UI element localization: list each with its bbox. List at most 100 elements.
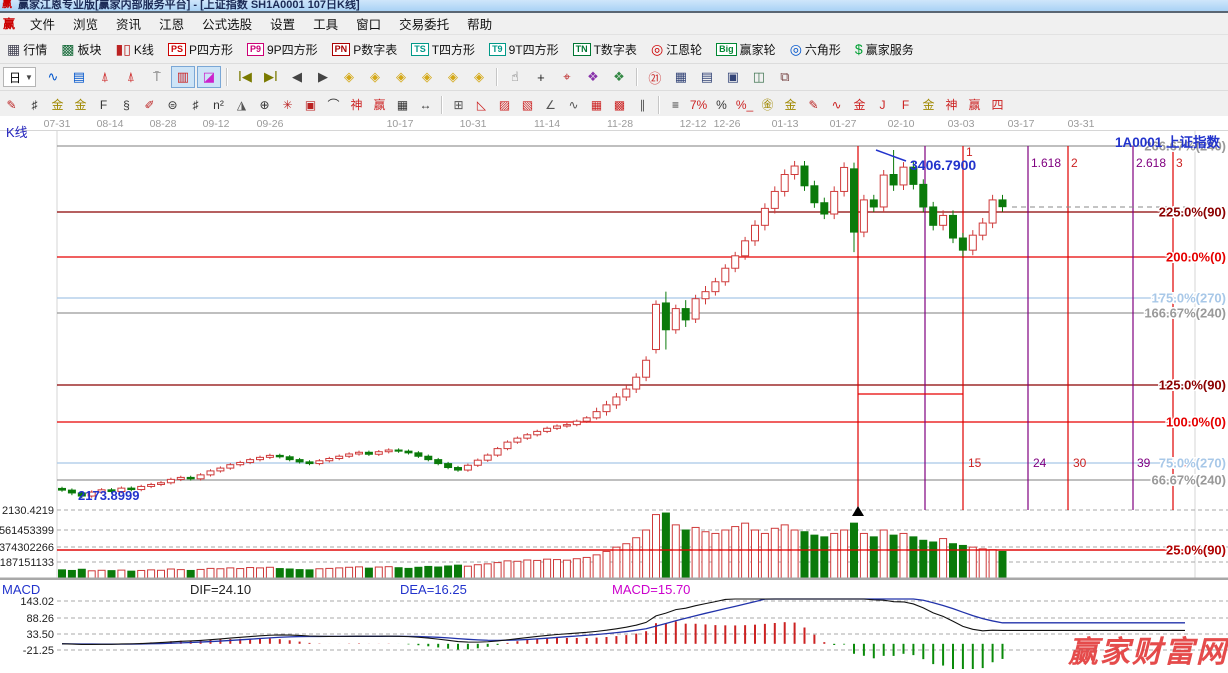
menu-item-8[interactable]: 交易委托 xyxy=(390,12,458,35)
shen-grid-tool-icon[interactable]: 神 xyxy=(346,94,367,115)
diamond-right-icon[interactable]: ◈ xyxy=(363,66,387,88)
gold-line-tool-icon[interactable]: 金 xyxy=(780,94,801,115)
window-tool-icon[interactable]: ⊞ xyxy=(448,94,469,115)
next-bar-icon[interactable]: ▶ xyxy=(311,66,335,88)
menu-item-9[interactable]: 帮助 xyxy=(458,12,501,35)
circle-target-tool-icon[interactable]: ⊕ xyxy=(254,94,275,115)
first-bar-icon[interactable]: Ⅰ◀ xyxy=(233,66,257,88)
period-dropdown[interactable]: 日 ▼ xyxy=(3,67,36,87)
wave-circle-tool-icon[interactable]: ∿ xyxy=(826,94,847,115)
hand-tool-icon[interactable]: ☝ xyxy=(503,66,527,88)
gold-angle-tool-icon[interactable]: 金 xyxy=(918,94,939,115)
save-icon[interactable]: ▣ xyxy=(721,66,745,88)
grid-fine-tool-icon[interactable]: ▦ xyxy=(586,94,607,115)
wave-tool-icon[interactable]: ∿ xyxy=(563,94,584,115)
percent-line-tool-icon[interactable]: %_ xyxy=(734,94,755,115)
export-data-icon[interactable]: ⧉ xyxy=(773,66,797,88)
last-bar-icon[interactable]: ▶Ⅰ xyxy=(259,66,283,88)
marker-tool-icon[interactable]: ✐ xyxy=(139,94,160,115)
ying-angle-tool-icon[interactable]: 赢 xyxy=(964,94,985,115)
quotes-button[interactable]: ▦行情 xyxy=(1,38,53,61)
diamond-hcompress-icon[interactable]: ◈ xyxy=(415,66,439,88)
menu-item-4[interactable]: 公式选股 xyxy=(193,12,261,35)
shen-angle-tool-icon[interactable]: 神 xyxy=(941,94,962,115)
gann-green-tool-icon[interactable]: ❖ xyxy=(607,66,631,88)
indicator-style-icon[interactable]: ◪ xyxy=(197,66,221,88)
circle-grid-tool-icon[interactable]: ⊜ xyxy=(162,94,183,115)
kline-button[interactable]: ▮▯K线 xyxy=(110,38,160,61)
diamond-vexpand-icon[interactable]: ◈ xyxy=(441,66,465,88)
comb2-tool-icon[interactable]: ♯ xyxy=(185,94,206,115)
menu-item-3[interactable]: 江恩 xyxy=(150,12,193,35)
9t-square-button[interactable]: T99T四方形 xyxy=(483,38,565,61)
fan-lines-tool-icon[interactable]: ◺ xyxy=(471,94,492,115)
si-angle-tool-icon[interactable]: 四 xyxy=(987,94,1008,115)
j-angle-tool-icon[interactable]: J xyxy=(872,94,893,115)
circle-gold-tool-icon[interactable]: ㊎ xyxy=(757,94,778,115)
hexagon-button[interactable]: ◎六角形 xyxy=(784,38,847,61)
width-tool-icon[interactable]: ↔ xyxy=(415,94,436,115)
child-window-icon[interactable]: 赢 xyxy=(0,15,21,32)
menu-item-0[interactable]: 文件 xyxy=(21,12,64,35)
bars-3-icon[interactable]: ⍋ xyxy=(93,66,117,88)
box-target-tool-icon[interactable]: ▣ xyxy=(300,94,321,115)
spiral-tool-icon[interactable]: § xyxy=(116,94,137,115)
percent-tool-icon[interactable]: % xyxy=(711,94,732,115)
9p-square-button[interactable]: P99P四方形 xyxy=(241,38,324,61)
ruler-123-tool-icon[interactable]: ▦ xyxy=(392,94,413,115)
mirror-tool-icon[interactable]: ◮ xyxy=(231,94,252,115)
diamond-left-icon[interactable]: ◈ xyxy=(337,66,361,88)
grid-dense-tool-icon[interactable]: ▩ xyxy=(609,94,630,115)
menu-bar: 赢 文件浏览资讯江恩公式选股设置工具窗口交易委托帮助 xyxy=(0,13,1228,35)
star-target-tool-icon[interactable]: ✳ xyxy=(277,94,298,115)
p-square-button[interactable]: PSP四方形 xyxy=(162,38,239,61)
angle-marks-tool-icon[interactable]: ⌒ xyxy=(323,94,344,115)
info-view-icon[interactable]: ▤ xyxy=(67,66,91,88)
notes-icon[interactable]: ▤ xyxy=(695,66,719,88)
crosshair-tool-icon[interactable]: + xyxy=(529,66,553,88)
zoom-a-tool-icon[interactable]: ⌖ xyxy=(555,66,579,88)
n-square-tool-icon[interactable]: n² xyxy=(208,94,229,115)
f-grid-tool-icon[interactable]: F xyxy=(93,94,114,115)
gold-grid-tool-icon[interactable]: 金 xyxy=(47,94,68,115)
percent-list-tool-icon[interactable]: ≡ xyxy=(665,94,686,115)
menu-item-7[interactable]: 窗口 xyxy=(347,12,390,35)
slant-tool-icon[interactable]: ∥ xyxy=(632,94,653,115)
t-number-button[interactable]: TNT数字表 xyxy=(567,38,643,61)
fan-box2-tool-icon[interactable]: ▧ xyxy=(517,94,538,115)
winner-service-button[interactable]: $赢家服务 xyxy=(849,38,920,61)
winner-wheel-button[interactable]: Big赢家轮 xyxy=(710,38,782,61)
comb-tool-icon[interactable]: ♯ xyxy=(24,94,45,115)
seven-percent-tool-icon[interactable]: 7% xyxy=(688,94,709,115)
f-angle-tool-icon[interactable]: F xyxy=(895,94,916,115)
menu-item-1[interactable]: 浏览 xyxy=(64,12,107,35)
menu-item-6[interactable]: 工具 xyxy=(304,12,347,35)
menu-item-5[interactable]: 设置 xyxy=(261,12,304,35)
sectors-button[interactable]: ▩板块 xyxy=(55,38,107,61)
fan-box-tool-icon[interactable]: ▨ xyxy=(494,94,515,115)
gann-wheel-button[interactable]: ◎江恩轮 xyxy=(645,38,708,61)
gann-purple-tool-icon[interactable]: ❖ xyxy=(581,66,605,88)
brush-gold-tool-icon[interactable]: ✎ xyxy=(803,94,824,115)
gold-grid2-tool-icon[interactable]: 金 xyxy=(70,94,91,115)
prev-bar-icon[interactable]: ◀ xyxy=(285,66,309,88)
calculator-icon[interactable]: ▦ xyxy=(669,66,693,88)
menu-item-2[interactable]: 资讯 xyxy=(107,12,150,35)
ying-grid-tool-icon[interactable]: 赢 xyxy=(369,94,390,115)
chart-canvas[interactable]: 2130.4219561453399374302266187151133143.… xyxy=(0,116,1228,673)
p-number-button[interactable]: PNP数字表 xyxy=(326,38,404,61)
title-bar[interactable]: 赢 赢家江恩专业版[赢家内部服务平台] - [上证指数 SH1A0001 107… xyxy=(0,0,1228,13)
pattern-select-icon[interactable]: ∿ xyxy=(41,66,65,88)
export-chart-icon[interactable]: ◫ xyxy=(747,66,771,88)
angle-lines-tool-icon[interactable]: ∠ xyxy=(540,94,561,115)
diamond-hexpand-icon[interactable]: ◈ xyxy=(389,66,413,88)
diamond-allway-icon[interactable]: ◈ xyxy=(467,66,491,88)
pencil-tool-icon[interactable]: ✎ xyxy=(1,94,22,115)
gold-line2-tool-icon[interactable]: 金 xyxy=(849,94,870,115)
t-square-button[interactable]: TST四方形 xyxy=(405,38,481,61)
calendar-icon[interactable]: ㉑ xyxy=(643,66,667,88)
kline-style-icon[interactable]: ▥ xyxy=(171,66,195,88)
bars-9-icon[interactable]: ⍋ xyxy=(119,66,143,88)
svg-text:03-03: 03-03 xyxy=(948,118,975,130)
pin-dropdown-icon[interactable]: ⍑ xyxy=(145,66,169,88)
